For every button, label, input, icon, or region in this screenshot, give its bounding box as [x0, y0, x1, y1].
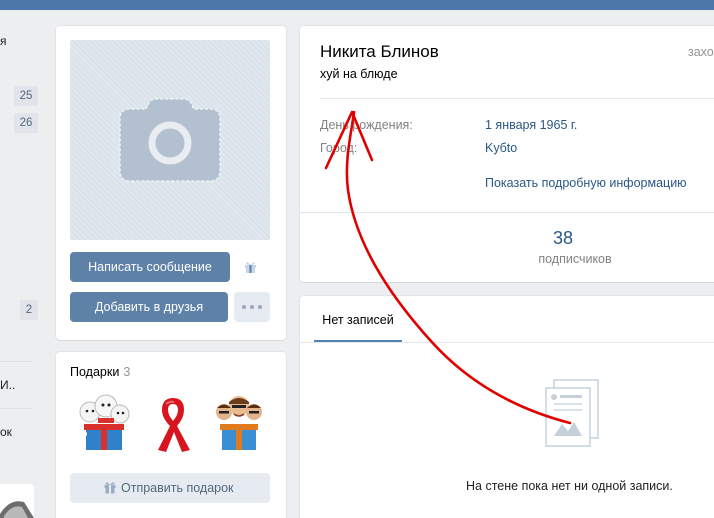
- counters-divider: [300, 212, 714, 213]
- gift-icon: [104, 482, 116, 494]
- add-friend-button[interactable]: Добавить в друзья: [70, 292, 228, 322]
- birthday-label: День рождения:: [320, 118, 413, 132]
- more-dots-icon: [242, 305, 262, 309]
- sidebar-divider: [0, 408, 32, 409]
- sidebar-counter-badge[interactable]: 26: [14, 113, 38, 133]
- sidebar-divider: [0, 361, 32, 362]
- gifts-count: 3: [123, 365, 131, 379]
- gifts-title: Подарки: [70, 365, 120, 379]
- gifts-card: Подарки 3 Отправить подарок: [56, 352, 286, 518]
- gift-icon: [245, 262, 256, 273]
- sidebar-fragment-text[interactable]: ок: [0, 425, 12, 439]
- sidebar-counter-badge[interactable]: 2: [20, 300, 38, 320]
- birthday-value[interactable]: 1 января 1965 г.: [485, 118, 577, 132]
- followers-label[interactable]: подписчиков: [538, 252, 611, 266]
- sidebar-thumbnail[interactable]: [0, 484, 34, 518]
- city-value[interactable]: Kyбto: [485, 141, 517, 155]
- empty-wall-message: На стене пока нет ни одной записи.: [466, 479, 673, 493]
- profile-photo-card: Написать сообщение Добавить в друзья: [56, 26, 286, 340]
- sidebar-fragment-text[interactable]: И..: [0, 378, 15, 392]
- sidebar-counter-badge[interactable]: 25: [14, 86, 38, 106]
- profile-status[interactable]: хуй на блюде: [320, 67, 398, 81]
- show-details-link[interactable]: Показать подробную информацию: [485, 176, 687, 190]
- gift-red-ribbon[interactable]: [144, 392, 202, 454]
- online-status: захо: [688, 45, 714, 59]
- sidebar-fragment-text: я: [0, 34, 7, 48]
- followers-count[interactable]: 38: [553, 228, 573, 249]
- camera-icon: [119, 98, 221, 182]
- gift-characters-box[interactable]: [210, 392, 268, 454]
- info-divider: [320, 98, 714, 99]
- send-gift-label: Отправить подарок: [121, 481, 234, 495]
- profile-info-card: Никита Блинов хуй на блюде захо День рож…: [300, 26, 714, 282]
- tab-no-posts[interactable]: Нет записей: [314, 296, 402, 342]
- city-label: Город:: [320, 141, 358, 155]
- gift-polar-bears[interactable]: [76, 392, 134, 454]
- send-gift-wide-button[interactable]: Отправить подарок: [70, 473, 270, 503]
- wall-card: Нет записей На стене пока нет ни одной з…: [300, 296, 714, 518]
- top-header-bar: [0, 0, 714, 10]
- document-icon: [545, 379, 599, 447]
- avatar-placeholder[interactable]: [70, 40, 270, 240]
- profile-name: Никита Блинов: [320, 42, 439, 61]
- wall-divider: [300, 342, 714, 343]
- left-sidebar: я 25 26 2 И.. ок: [0, 10, 48, 518]
- gifts-header[interactable]: Подарки 3: [70, 365, 130, 379]
- more-actions-button[interactable]: [234, 292, 270, 322]
- send-message-button[interactable]: Написать сообщение: [70, 252, 230, 282]
